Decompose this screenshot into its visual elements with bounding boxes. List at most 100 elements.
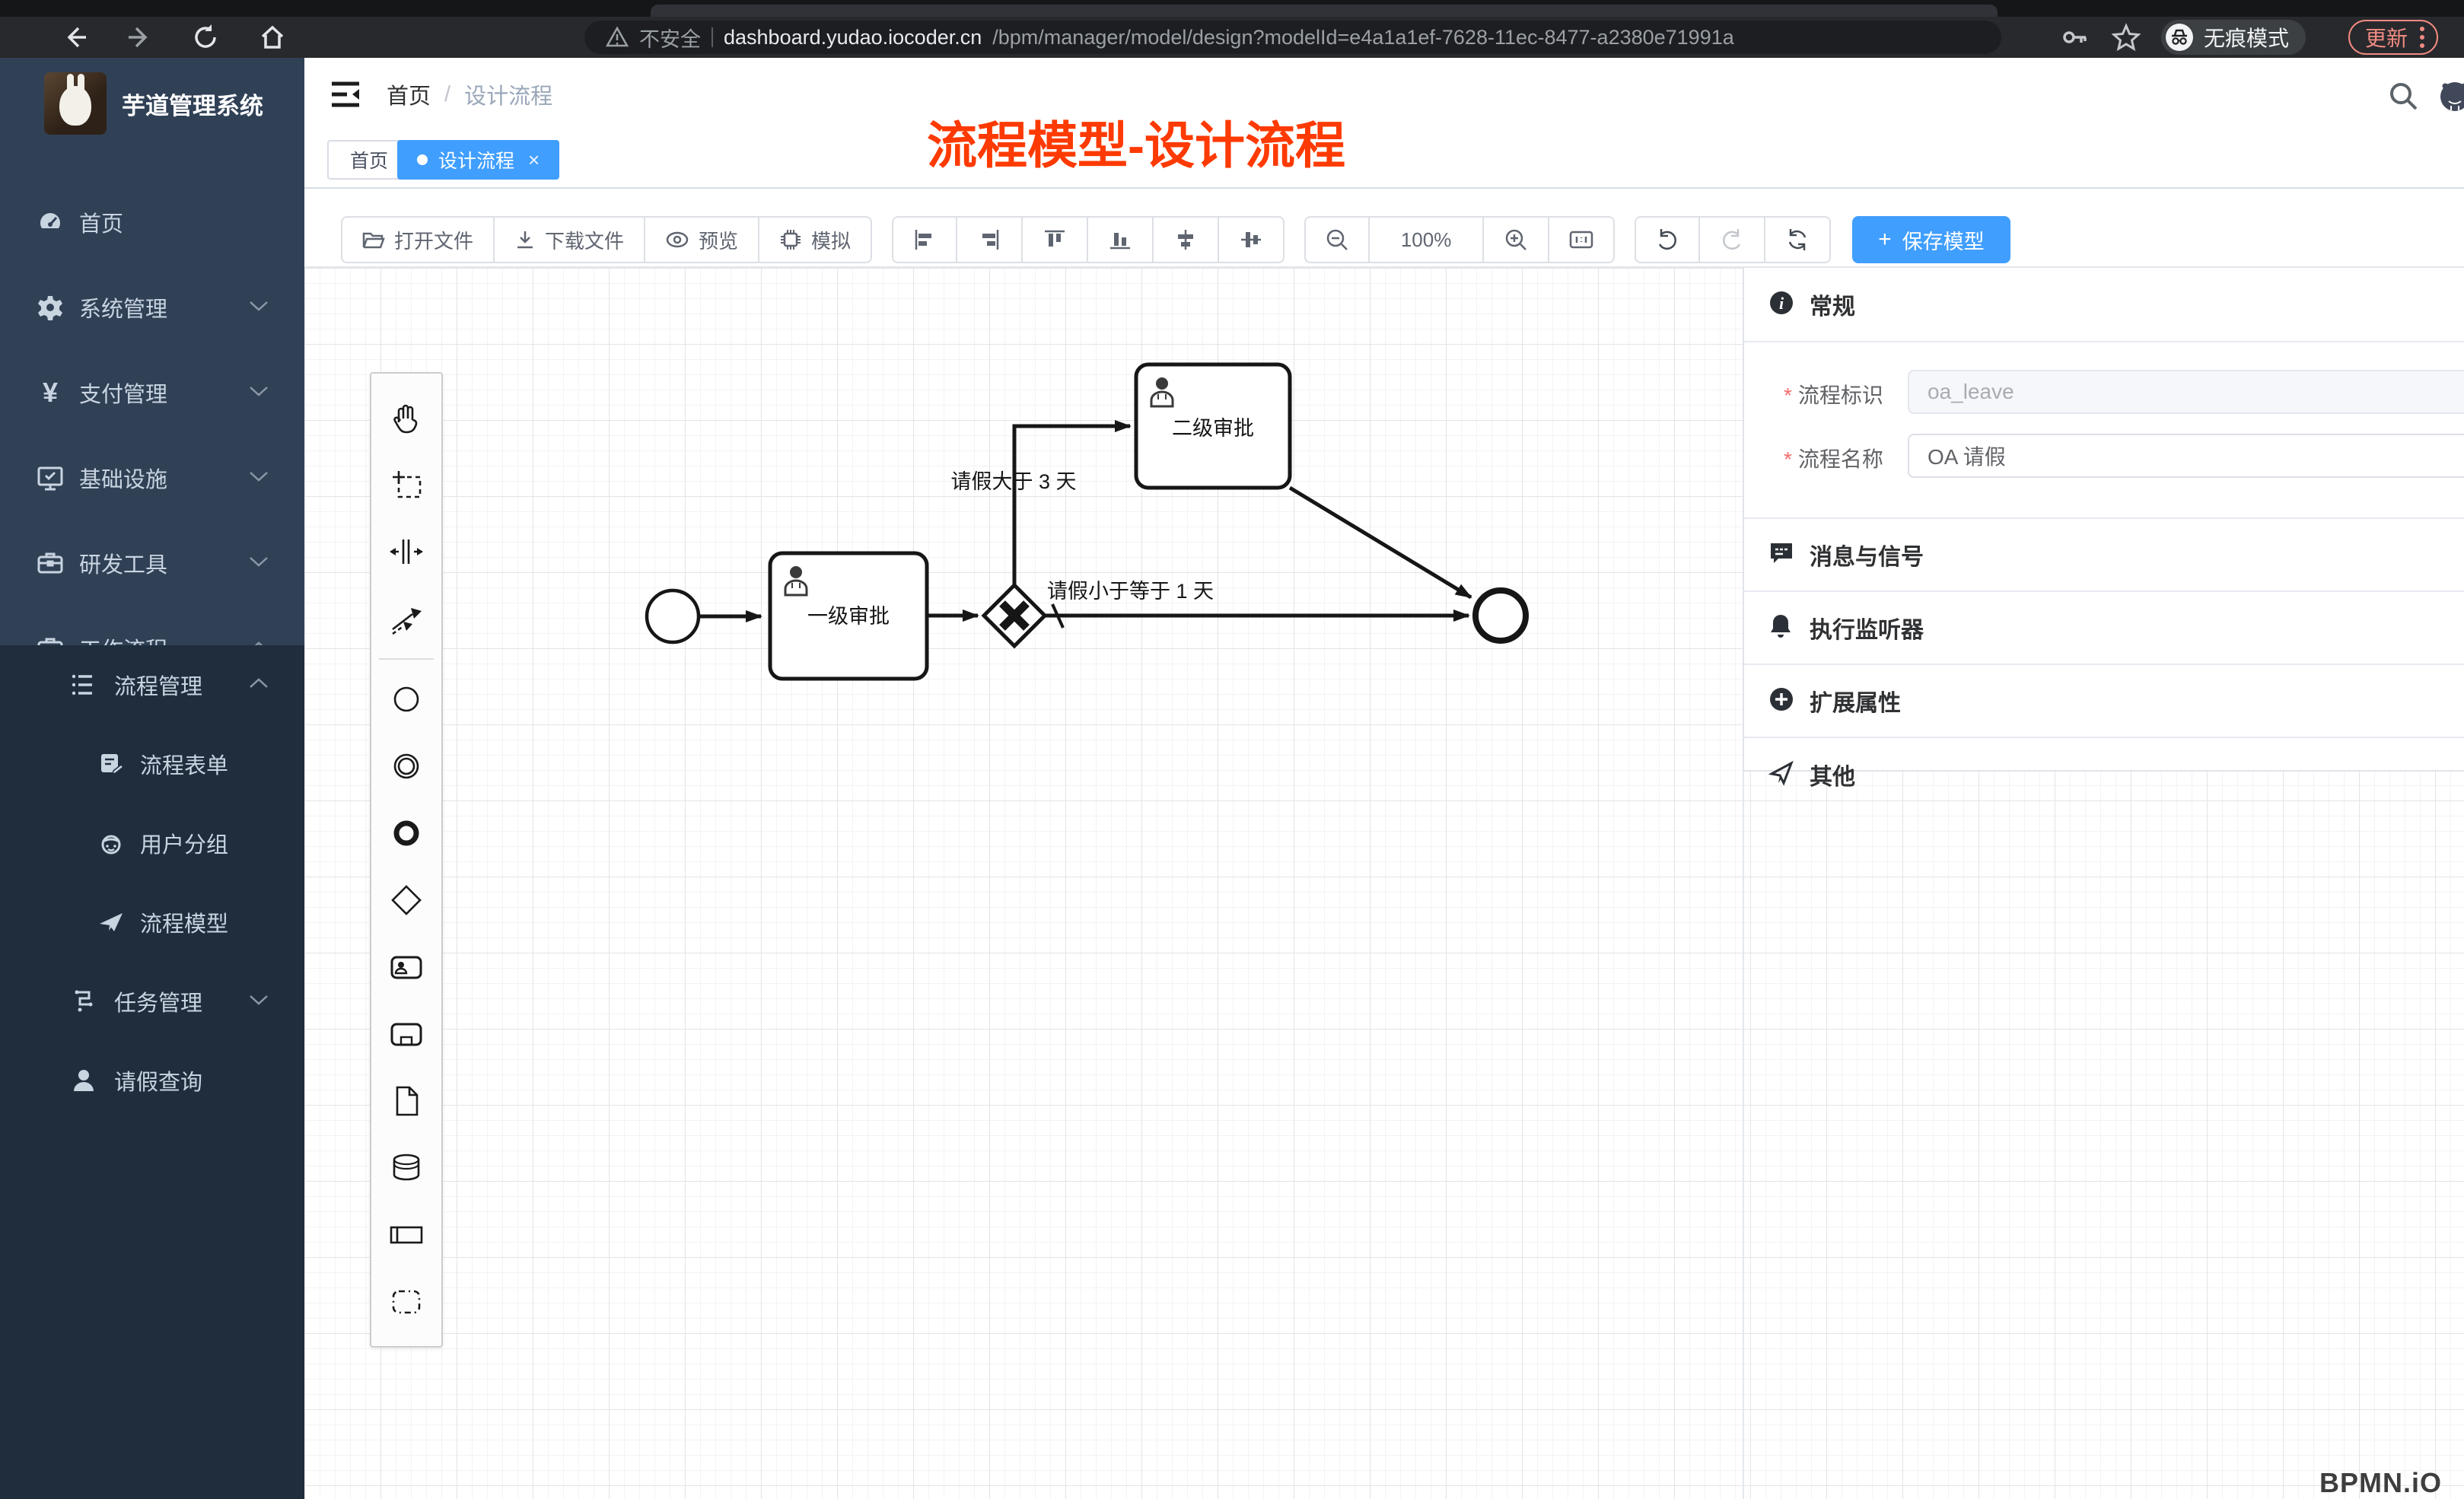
panel-section-listeners[interactable]: 执行监听器 xyxy=(1744,592,2464,665)
sidebar-item-leave-query[interactable]: 请假查询 xyxy=(0,1041,304,1120)
sidebar-item-home[interactable]: 首页 xyxy=(0,180,304,265)
panel-section-extensions[interactable]: 扩展属性 xyxy=(1744,665,2464,738)
user-task-level1[interactable]: 一级审批 xyxy=(770,553,927,679)
simulate-label: 模拟 xyxy=(811,226,851,254)
gateway-shape-icon[interactable] xyxy=(371,867,441,934)
end-event[interactable] xyxy=(1476,590,1526,641)
exclusive-gateway[interactable] xyxy=(984,585,1045,646)
simulate-button[interactable]: 模拟 xyxy=(759,216,872,263)
sidebar-item-payment[interactable]: ¥ 支付管理 xyxy=(0,350,304,435)
align-right-button[interactable] xyxy=(957,216,1023,263)
align-button-group xyxy=(892,216,1285,263)
subprocess-shape-icon[interactable] xyxy=(371,1001,441,1068)
sidebar-item-infra[interactable]: 基础设施 xyxy=(0,435,304,520)
download-file-button[interactable]: 下载文件 xyxy=(495,216,645,263)
sidebar-item-system[interactable]: 系统管理 xyxy=(0,265,304,350)
panel-section-other[interactable]: 其他 xyxy=(1744,738,2464,811)
sidebar-item-task-mgmt[interactable]: 任务管理 xyxy=(0,962,304,1041)
intermediate-event-shape-icon[interactable] xyxy=(371,733,441,800)
browser-back-button[interactable] xyxy=(59,22,90,53)
breadcrumb-home[interactable]: 首页 xyxy=(387,78,431,110)
lasso-tool-icon[interactable] xyxy=(371,451,441,518)
sidebar-item-label: 系统管理 xyxy=(79,291,167,323)
sidebar-item-devtools[interactable]: 研发工具 xyxy=(0,520,304,606)
panel-section-general[interactable]: i 常规 xyxy=(1744,268,2464,342)
search-icon[interactable] xyxy=(2383,76,2423,116)
align-center-horizontal-button[interactable] xyxy=(1154,216,1219,263)
hand-tool-icon[interactable] xyxy=(371,384,441,451)
required-mark: * xyxy=(1784,447,1792,471)
redo-button[interactable] xyxy=(1700,216,1765,263)
required-mark: * xyxy=(1784,384,1792,407)
panel-section-title: 其他 xyxy=(1810,758,1855,791)
browser-reload-button[interactable] xyxy=(190,22,221,53)
gear-icon xyxy=(35,294,65,321)
process-name-input[interactable] xyxy=(1908,434,2464,478)
sidebar-item-process-model[interactable]: 流程模型 xyxy=(0,883,304,962)
tab-label: 首页 xyxy=(350,146,388,173)
align-center-vertical-button[interactable] xyxy=(1219,216,1285,263)
bpmn-canvas[interactable]: 一级审批 二级审批 请假大于 3 天 请假小于等于 1 天 xyxy=(304,268,2464,1499)
end-event-shape-icon[interactable] xyxy=(371,800,441,867)
data-store-shape-icon[interactable] xyxy=(371,1135,441,1201)
plus-circle-icon xyxy=(1768,686,1794,716)
open-file-button[interactable]: 打开文件 xyxy=(341,216,495,263)
global-connect-tool-icon[interactable] xyxy=(371,585,441,652)
save-model-label: 保存模型 xyxy=(1902,225,1985,255)
save-model-button[interactable]: + 保存模型 xyxy=(1852,216,2010,263)
browser-update-button[interactable]: 更新 xyxy=(2348,20,2438,55)
task1-label: 一级审批 xyxy=(807,605,890,628)
undo-button[interactable] xyxy=(1635,216,1700,263)
flow-task2-to-end[interactable] xyxy=(1290,488,1471,597)
zoom-reset-button[interactable] xyxy=(1549,216,1615,263)
data-object-shape-icon[interactable] xyxy=(371,1068,441,1135)
start-event[interactable] xyxy=(647,590,699,642)
browser-address-bar[interactable]: 不安全 dashboard.yudao.iocoder.cn/bpm/manag… xyxy=(584,21,2001,54)
browser-forward-button[interactable] xyxy=(125,22,155,53)
folder-open-icon xyxy=(362,229,385,250)
flow-gateway-to-task2[interactable] xyxy=(1014,426,1130,585)
refresh-button[interactable] xyxy=(1765,216,1831,263)
user-task-shape-icon[interactable] xyxy=(371,934,441,1001)
sidebar-item-user-group[interactable]: 用户分组 xyxy=(0,804,304,883)
palette-divider xyxy=(379,658,434,660)
bpmn-palette xyxy=(370,372,443,1348)
browser-active-tab[interactable] xyxy=(651,5,1998,17)
align-top-button[interactable] xyxy=(1023,216,1088,263)
message-icon xyxy=(1768,541,1794,569)
preview-button[interactable]: 预览 xyxy=(645,216,759,263)
align-bottom-button[interactable] xyxy=(1088,216,1154,263)
general-fields: *流程标识 *流程名称 xyxy=(1744,342,2464,519)
app-logo-row[interactable]: 芋道管理系统 xyxy=(0,58,304,149)
sidebar-item-process-mgmt[interactable]: 流程管理 xyxy=(0,645,304,724)
bookmark-star-icon[interactable] xyxy=(2111,22,2141,53)
tab-design-process[interactable]: 设计流程 × xyxy=(397,140,559,180)
download-icon xyxy=(514,229,536,250)
group-shape-icon[interactable] xyxy=(371,1268,441,1335)
password-key-icon[interactable] xyxy=(2059,22,2090,53)
panel-section-messages[interactable]: 消息与信号 xyxy=(1744,519,2464,592)
participant-pool-shape-icon[interactable] xyxy=(371,1201,441,1268)
file-button-group: 打开文件 下载文件 预览 模拟 xyxy=(341,216,872,263)
panel-section-title: 扩展属性 xyxy=(1810,684,1901,718)
github-icon[interactable] xyxy=(2435,76,2464,116)
user-task-level2[interactable]: 二级审批 xyxy=(1136,364,1290,488)
start-event-shape-icon[interactable] xyxy=(371,666,441,733)
sidebar-fold-icon[interactable] xyxy=(327,76,364,113)
space-tool-icon[interactable] xyxy=(371,518,441,585)
zoom-out-button[interactable] xyxy=(1304,216,1370,263)
bpmn-io-logo[interactable]: BPMN.iO xyxy=(2319,1467,2442,1499)
sidebar-item-process-form[interactable]: 流程表单 xyxy=(0,724,304,804)
tab-close-icon[interactable]: × xyxy=(528,148,540,172)
dashboard-icon xyxy=(35,208,65,236)
align-left-button[interactable] xyxy=(892,216,957,263)
browser-menu-icon[interactable] xyxy=(2420,27,2424,48)
sidebar-item-label: 流程管理 xyxy=(114,669,202,701)
sidebar-item-label: 基础设施 xyxy=(79,462,167,494)
process-key-input[interactable] xyxy=(1908,370,2464,414)
breadcrumb: 首页 / 设计流程 xyxy=(387,58,552,131)
browser-home-button[interactable] xyxy=(257,22,288,53)
not-secure-label: 不安全 xyxy=(639,23,701,53)
svg-text:i: i xyxy=(1779,294,1784,313)
zoom-in-button[interactable] xyxy=(1484,216,1549,263)
